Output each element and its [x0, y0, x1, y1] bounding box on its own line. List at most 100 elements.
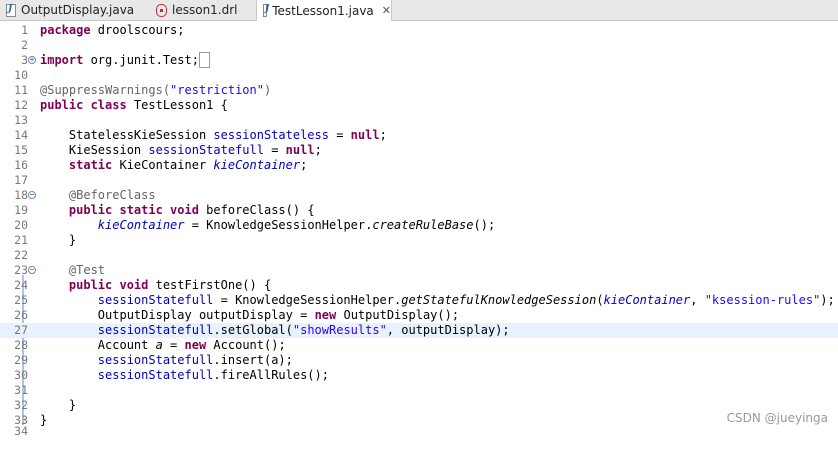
tab-outputdisplay-java[interactable]: J OutputDisplay.java: [0, 0, 140, 20]
line-number: 34: [14, 424, 28, 438]
collapsed-imports-icon[interactable]: [198, 52, 211, 68]
static-method: getStatefulKnowledgeSession: [401, 293, 597, 307]
line-number: 11: [14, 83, 28, 97]
static-field: kieContainer: [40, 218, 185, 232]
code-text: KieSession: [40, 143, 149, 157]
line-number: 29: [14, 353, 28, 367]
keyword: new: [314, 308, 337, 322]
tab-label: lesson1.drl: [172, 3, 238, 17]
line-number: 23: [14, 263, 28, 277]
java-file-icon: J: [263, 4, 269, 17]
code-line: 17: [0, 173, 838, 188]
line-number: 25: [14, 293, 28, 307]
code-line: 34: [0, 424, 838, 439]
line-number: 21: [14, 233, 28, 247]
line-number: 1: [21, 23, 28, 37]
code-text: =: [162, 338, 185, 352]
line-number: 32: [14, 398, 28, 412]
code-text: testFirstOne() {: [148, 278, 272, 292]
code-text: ();: [473, 218, 496, 232]
editor-tab-bar: J OutputDisplay.java lesson1.drl J TestL…: [0, 0, 838, 21]
static-field: kieContainer: [603, 293, 691, 307]
keyword: public static void: [40, 203, 199, 217]
tab-label: TestLesson1.java: [272, 3, 374, 18]
code-text: .setGlobal(: [213, 323, 293, 337]
line-number: 19: [14, 203, 28, 217]
code-line: 19 public static void beforeClass() {: [0, 203, 838, 218]
field: sessionStatefull: [40, 293, 214, 307]
code-text: =: [263, 143, 286, 157]
field: sessionStatefull: [148, 143, 264, 157]
line-number: 30: [14, 368, 28, 382]
code-text: Account: [40, 338, 156, 352]
keyword: package: [40, 23, 91, 37]
java-file-icon: J: [6, 3, 16, 17]
string-literal: "restriction": [170, 83, 264, 97]
code-text: }: [40, 398, 77, 412]
code-line: 26 OutputDisplay outputDisplay = new Out…: [0, 308, 838, 323]
expand-fold-icon[interactable]: +: [28, 56, 36, 64]
keyword: null: [285, 143, 315, 157]
code-line: 28 Account a = new Account();: [0, 338, 838, 353]
field: sessionStateless: [213, 128, 329, 142]
collapse-fold-icon[interactable]: −: [28, 191, 36, 199]
code-line: 30 sessionStatefull.fireAllRules();: [0, 368, 838, 383]
code-line: 20 kieContainer = KnowledgeSessionHelper…: [0, 218, 838, 233]
line-number: 15: [14, 143, 28, 157]
watermark: CSDN @jueyinga: [726, 411, 828, 425]
code-text: }: [40, 233, 77, 247]
code-line: 32 }: [0, 398, 838, 413]
line-number: 20: [14, 218, 28, 232]
line-number: 16: [14, 158, 28, 172]
line-number: 28: [14, 338, 28, 352]
code-line: 3 + import org.junit.Test;: [0, 52, 838, 68]
line-number: 14: [14, 128, 28, 142]
code-line: 23 − @Test: [0, 263, 838, 278]
code-line: 22: [0, 248, 838, 263]
keyword: public class: [40, 98, 127, 112]
code-text: = KnowledgeSessionHelper.: [184, 218, 373, 232]
keyword: public void: [40, 278, 149, 292]
annotation: @BeforeClass: [40, 188, 156, 202]
keyword: new: [184, 338, 207, 352]
line-number: 27: [14, 323, 28, 337]
keyword: static: [40, 158, 113, 172]
code-line: 10: [0, 68, 838, 83]
line-number: 12: [14, 98, 28, 112]
field: sessionStatefull: [40, 323, 214, 337]
line-number: 31: [14, 383, 28, 397]
code-text: droolscours;: [90, 23, 185, 37]
line-number: 18: [14, 188, 28, 202]
code-text: org.junit.Test;: [83, 53, 199, 67]
code-text: TestLesson1 {: [126, 98, 228, 112]
field: sessionStatefull: [40, 368, 214, 382]
code-line: 31: [0, 383, 838, 398]
code-text: OutputDisplay();: [336, 308, 460, 322]
line-number: 22: [14, 248, 28, 262]
code-editor[interactable]: 1 package droolscours; 2 3 + import org.…: [0, 21, 838, 439]
code-line: 14 StatelessKieSession sessionStateless …: [0, 128, 838, 143]
code-line: 25 sessionStatefull = KnowledgeSessionHe…: [0, 293, 838, 308]
code-text: .fireAllRules();: [213, 368, 329, 382]
code-text: =: [328, 128, 351, 142]
field: sessionStatefull: [40, 353, 214, 367]
code-line: 24 public void testFirstOne() {: [0, 278, 838, 293]
code-text: ;: [300, 158, 308, 172]
close-icon[interactable]: ✕: [382, 4, 391, 17]
line-number: 13: [14, 113, 28, 127]
tab-lesson1-drl[interactable]: lesson1.drl: [150, 0, 250, 20]
local-variable: outputDisplay: [198, 308, 293, 322]
code-line: 12 public class TestLesson1 {: [0, 98, 838, 113]
code-text: ;: [314, 143, 322, 157]
code-line: 1 package droolscours;: [0, 23, 838, 38]
keyword: null: [350, 128, 380, 142]
code-text: Account();: [206, 338, 286, 352]
code-text: ,: [690, 293, 705, 307]
line-number: 2: [21, 38, 28, 52]
code-text: , outputDisplay);: [386, 323, 510, 337]
code-text: OutputDisplay: [40, 308, 199, 322]
code-text: = KnowledgeSessionHelper.: [213, 293, 402, 307]
code-line: 21 }: [0, 233, 838, 248]
tab-testlesson1-java[interactable]: J TestLesson1.java ✕: [256, 0, 392, 21]
collapse-fold-icon[interactable]: −: [28, 266, 36, 274]
